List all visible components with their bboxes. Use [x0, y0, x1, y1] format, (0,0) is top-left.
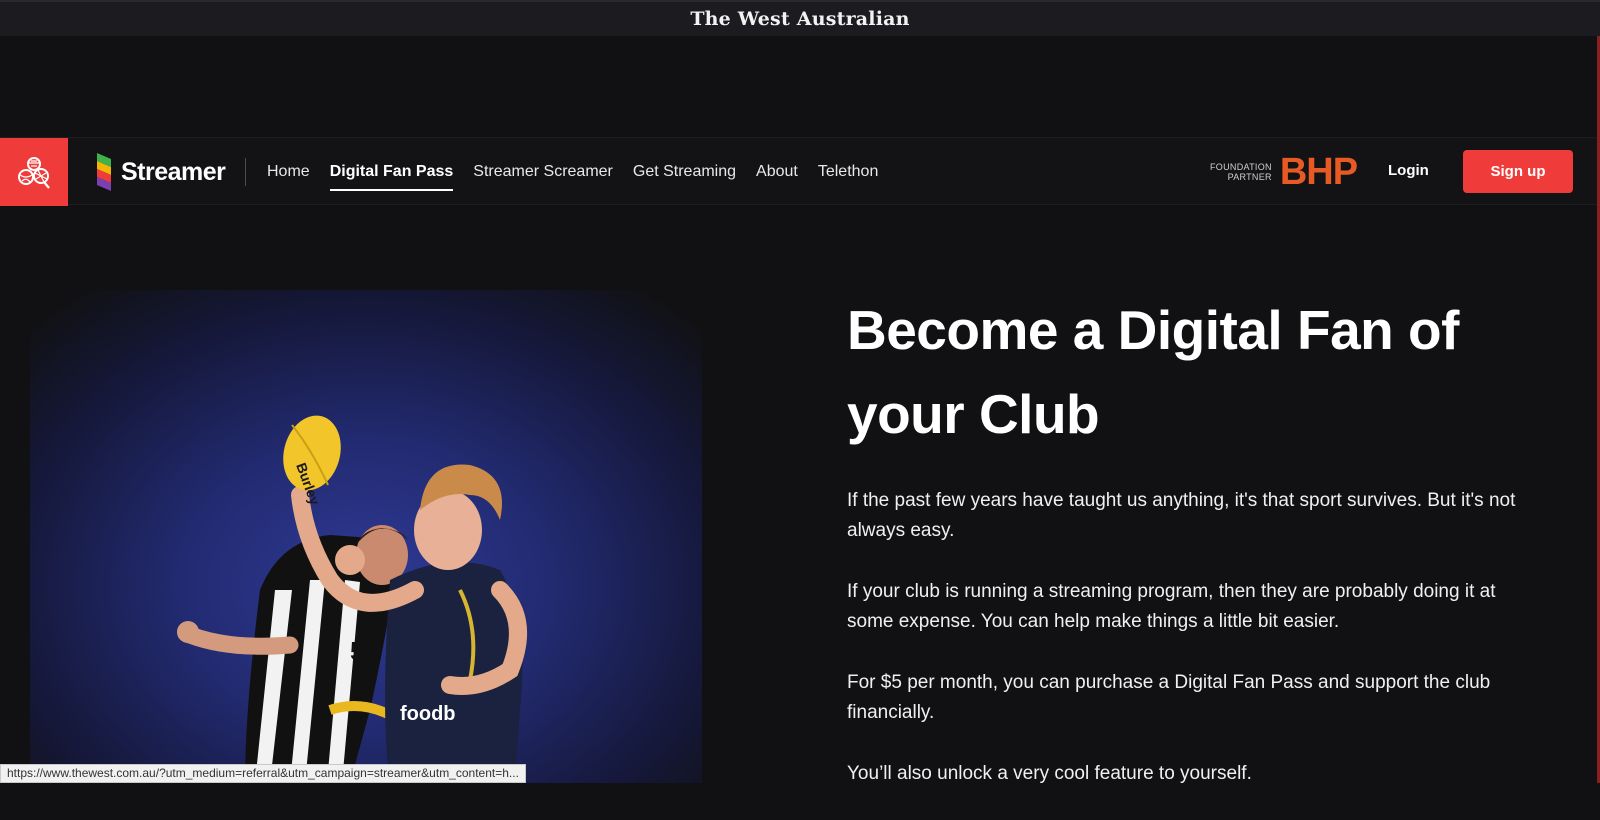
- sponsor-text: foodb: [400, 703, 456, 725]
- football-players-illustration: 51 foodb Burley: [177, 415, 527, 783]
- intro-paragraph-2: If your club is running a streaming prog…: [847, 581, 1496, 632]
- nav-link-digital-fan-pass[interactable]: Digital Fan Pass: [329, 163, 453, 191]
- intro-paragraph-4: You’ll also unlock a very cool feature t…: [847, 763, 1252, 784]
- bhp-logo: BHP: [1279, 151, 1358, 193]
- sports-balls-icon: [18, 157, 50, 189]
- masthead-title[interactable]: The West Australian: [690, 8, 909, 30]
- opponent-number: 51: [350, 636, 379, 666]
- signup-button[interactable]: Sign up: [1463, 150, 1573, 193]
- foundation-partner[interactable]: FOUNDATION PARTNER BHP: [1210, 151, 1358, 193]
- intro-paragraph-1: If the past few years have taught us any…: [847, 490, 1516, 541]
- nav-link-home[interactable]: Home: [267, 163, 310, 181]
- nav-divider: [245, 158, 246, 186]
- intro-paragraph-3: For $5 per month, you can purchase a Dig…: [847, 672, 1491, 723]
- status-bar-url: https://www.thewest.com.au/?utm_medium=r…: [0, 764, 526, 783]
- nav-link-about[interactable]: About: [756, 163, 798, 181]
- partner-label-line1: FOUNDATION: [1210, 162, 1272, 172]
- masthead-bar: The West Australian: [0, 0, 1600, 36]
- page-title: Become a Digital Fan of your Club: [847, 299, 1459, 445]
- site-nav: Streamer Home Digital Fan Pass Streamer …: [0, 137, 1597, 206]
- sports-menu-tile[interactable]: [0, 138, 68, 206]
- partner-label: FOUNDATION PARTNER: [1210, 162, 1272, 182]
- partner-label-line2: PARTNER: [1227, 172, 1272, 182]
- brand-name: Streamer: [121, 157, 226, 186]
- nav-link-telethon[interactable]: Telethon: [818, 163, 879, 181]
- login-link[interactable]: Login: [1388, 162, 1429, 179]
- hero-football-photo: 51 foodb Burley: [30, 290, 702, 783]
- nav-links: Home Digital Fan Pass Streamer Screamer …: [267, 138, 898, 206]
- streamer-s-logo-icon: [97, 153, 111, 191]
- streamer-brand[interactable]: Streamer: [93, 152, 226, 192]
- nav-link-get-streaming[interactable]: Get Streaming: [633, 163, 736, 181]
- nav-link-streamer-screamer[interactable]: Streamer Screamer: [473, 163, 613, 181]
- intro-copy: If the past few years have taught us any…: [847, 486, 1527, 820]
